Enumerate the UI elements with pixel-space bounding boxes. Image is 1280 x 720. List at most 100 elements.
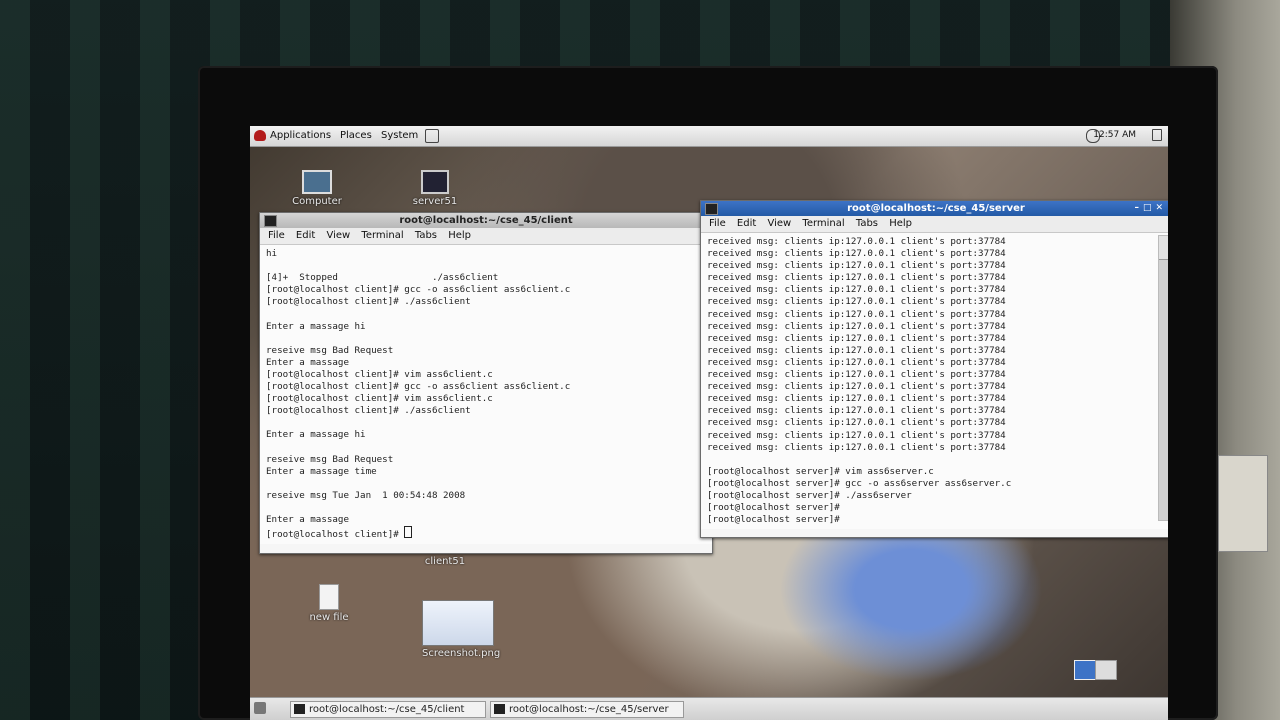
terminal-line: Enter a massage hi [266,320,366,332]
desktop-icon-label: server51 [412,196,458,207]
desktop-icon-computer[interactable]: Computer [282,170,352,207]
applications-menu[interactable]: Applications [270,130,331,141]
menu-edit[interactable]: Edit [296,230,315,241]
desktop-icon-server51[interactable]: server51 [400,170,470,207]
window-controls: –□✕ [1134,201,1167,216]
volume-icon[interactable] [1152,129,1162,141]
computer-icon [302,170,332,194]
terminal-line: received msg: clients ip:127.0.0.1 clien… [707,441,1006,453]
terminal-line: received msg: clients ip:127.0.0.1 clien… [707,332,1006,344]
desktop-screen: Applications Places System 12:57 AM Comp… [250,126,1168,720]
bottom-panel: root@localhost:~/cse_45/client root@loca… [250,660,1168,720]
menu-edit[interactable]: Edit [737,218,756,229]
server-terminal-scrollbar[interactable] [1158,235,1168,521]
menu-terminal[interactable]: Terminal [802,218,844,229]
window-title: root@localhost:~/cse_45/client [399,215,573,226]
terminal-line: [root@localhost server]# [707,502,840,514]
terminal-line: [root@localhost client]# [266,526,706,541]
terminal-line: received msg: clients ip:127.0.0.1 clien… [707,236,1006,247]
close-icon[interactable]: ✕ [1155,203,1167,213]
terminal-line: received msg: clients ip:127.0.0.1 clien… [707,417,1006,429]
terminal-line: received msg: clients ip:127.0.0.1 clien… [707,344,1006,356]
terminal-line: Enter a massage [266,356,349,368]
terminal-line: [4]+ Stopped ./ass6client [266,272,499,284]
terminal-line: hi [266,248,278,259]
terminal-line: [root@localhost server]# vim ass6server.… [707,465,934,477]
client-terminal-menubar: File Edit View Terminal Tabs Help [260,228,712,245]
scrollbar-thumb[interactable] [1159,259,1168,520]
desktop-icon-label: new file [309,612,349,623]
client-terminal-output[interactable]: hi [4]+ Stopped ./ass6client [root@localh… [260,245,712,545]
client-terminal-titlebar[interactable]: root@localhost:~/cse_45/client [260,213,712,228]
maximize-icon[interactable]: □ [1143,203,1156,213]
menu-file[interactable]: File [709,218,726,229]
taskbar-item-client[interactable]: root@localhost:~/cse_45/client [290,701,486,718]
desktop-icon-new-file[interactable]: new file [294,584,364,623]
places-menu[interactable]: Places [340,130,372,141]
image-thumbnail-icon [422,600,494,646]
workspace-2[interactable] [1095,660,1117,680]
desktop-icon-screenshot[interactable]: Screenshot.png [422,600,500,659]
terminal-launcher-icon [421,170,449,194]
terminal-icon [264,215,277,227]
menu-terminal[interactable]: Terminal [361,230,403,241]
menu-view[interactable]: View [326,230,350,241]
server-terminal-titlebar[interactable]: root@localhost:~/cse_45/server –□✕ [701,201,1168,216]
workspace-1[interactable] [1074,660,1096,680]
menu-file[interactable]: File [268,230,285,241]
desktop-icon-label: client51 [424,556,466,567]
window-title: root@localhost:~/cse_45/server [847,203,1025,214]
menu-help[interactable]: Help [448,230,471,241]
terminal-line: received msg: clients ip:127.0.0.1 clien… [707,260,1006,272]
terminal-line: received msg: clients ip:127.0.0.1 clien… [707,248,1006,260]
terminal-line: received msg: clients ip:127.0.0.1 clien… [707,381,1006,393]
terminal-line: received msg: clients ip:127.0.0.1 clien… [707,296,1006,308]
top-panel: Applications Places System 12:57 AM [250,126,1168,147]
terminal-line: received msg: clients ip:127.0.0.1 clien… [707,393,1006,405]
terminal-icon [705,203,718,215]
workspace-switcher[interactable] [1074,660,1117,680]
terminal-line: [root@localhost server]# gcc -o ass6serv… [707,477,1012,489]
terminal-line: received msg: clients ip:127.0.0.1 clien… [707,308,1006,320]
terminal-line: Enter a massage hi [266,429,366,441]
taskbar-item-server[interactable]: root@localhost:~/cse_45/server [490,701,684,718]
text-cursor [404,526,413,539]
desktop-icon-label: Computer [292,196,342,207]
terminal-line: received msg: clients ip:127.0.0.1 clien… [707,429,1006,441]
terminal-line: [root@localhost client]# vim ass6client.… [266,393,493,405]
terminal-line: [root@localhost client]# ./ass6client [266,405,471,417]
system-menu[interactable]: System [381,130,418,141]
server-terminal-window[interactable]: root@localhost:~/cse_45/server –□✕ File … [700,200,1168,538]
client-terminal-window[interactable]: root@localhost:~/cse_45/client File Edit… [259,212,713,554]
redhat-logo-icon [254,130,266,141]
menu-tabs[interactable]: Tabs [415,230,437,241]
panel-clock[interactable]: 12:57 AM [1093,130,1136,140]
terminal-line: received msg: clients ip:127.0.0.1 clien… [707,356,1006,368]
terminal-line: [root@localhost client]# vim ass6client.… [266,368,493,380]
terminal-line: [root@localhost client]# gcc -o ass6clie… [266,284,571,296]
menu-help[interactable]: Help [889,218,912,229]
terminal-icon [294,704,305,714]
server-terminal-output[interactable]: received msg: clients ip:127.0.0.1 clien… [701,233,1168,530]
menu-tabs[interactable]: Tabs [856,218,878,229]
minimize-icon[interactable]: – [1134,203,1143,213]
terminal-line: Enter a massage time [266,465,377,477]
terminal-line: received msg: clients ip:127.0.0.1 clien… [707,369,1006,381]
taskbar-item-label: root@localhost:~/cse_45/client [309,704,465,715]
taskbar-item-label: root@localhost:~/cse_45/server [509,704,669,715]
terminal-line: [root@localhost client]# gcc -o ass6clie… [266,381,571,393]
menu-view[interactable]: View [767,218,791,229]
desktop-icon-label: Screenshot.png [422,648,501,659]
help-icon[interactable] [425,129,439,143]
terminal-line: [root@localhost client]# ./ass6client [266,296,471,308]
terminal-line: received msg: clients ip:127.0.0.1 clien… [707,272,1006,284]
show-desktop-icon[interactable] [254,702,266,714]
terminal-line: reseive msg Bad Request [266,344,394,356]
